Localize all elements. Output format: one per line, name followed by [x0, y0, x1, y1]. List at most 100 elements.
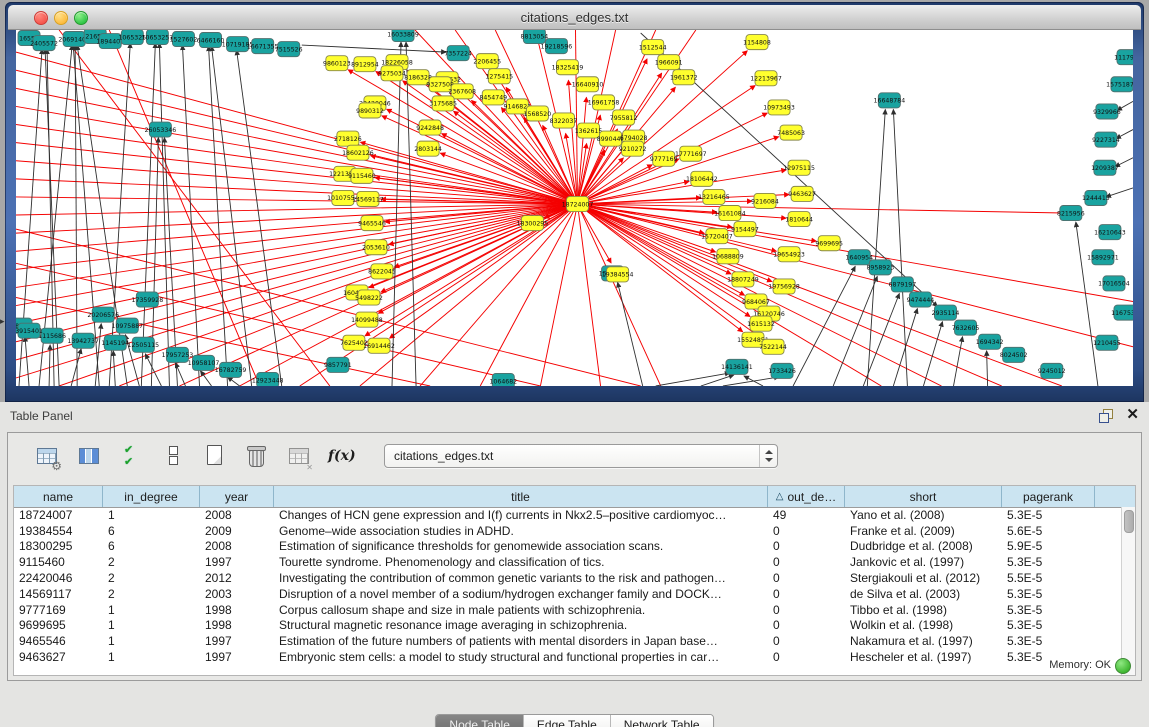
graph-node[interactable]: 1064682 — [489, 373, 517, 386]
column-header-year[interactable]: year — [200, 486, 274, 507]
graph-node[interactable]: 2935114 — [932, 305, 960, 320]
graph-node[interactable]: 18325419 — [552, 60, 584, 75]
graph-node[interactable]: 20206576 — [87, 307, 119, 322]
graph-node[interactable]: 8322037 — [550, 113, 578, 128]
graph-node[interactable]: 16161084 — [714, 205, 746, 220]
graph-node[interactable]: 18602126 — [342, 145, 374, 160]
table-cell[interactable]: 5.3E-5 — [1002, 618, 1095, 632]
graph-node[interactable]: 17016504 — [1098, 276, 1130, 291]
graph-node[interactable]: 16648784 — [874, 93, 906, 108]
graph-node[interactable]: 9227314 — [1092, 132, 1120, 147]
graph-node[interactable]: 1966091 — [655, 55, 683, 70]
table-cell[interactable]: 2008 — [200, 508, 274, 522]
table-cell[interactable]: 9465546 — [14, 634, 103, 648]
table-cell[interactable]: 1 — [103, 603, 200, 617]
table-row[interactable]: 969969511998Structural magnetic resonanc… — [14, 618, 1122, 634]
table-cell[interactable]: 14569117 — [14, 587, 103, 601]
graph-node[interactable]: 12923448 — [252, 372, 284, 386]
table-cell[interactable]: 19384554 — [14, 524, 103, 538]
graph-node[interactable]: 1527602 — [170, 32, 198, 47]
graph-node[interactable]: 9329966 — [1093, 104, 1121, 119]
graph-node[interactable]: 8454749 — [479, 90, 507, 105]
column-header-out_de[interactable]: △out_de… — [768, 486, 845, 507]
graph-node[interactable]: 10975887 — [111, 318, 143, 333]
table-cell[interactable]: 2008 — [200, 539, 274, 553]
graph-node[interactable]: 16640910 — [572, 77, 604, 92]
graph-node[interactable]: 14136141 — [721, 359, 753, 374]
rows-button[interactable] — [160, 443, 186, 469]
graph-node[interactable]: 9275034 — [378, 66, 406, 81]
graph-node[interactable]: 2206455 — [473, 54, 501, 69]
graph-node[interactable]: 7522144 — [759, 339, 787, 354]
column-header-name[interactable]: name — [14, 486, 103, 507]
graph-node[interactable]: 8622045 — [368, 264, 396, 279]
graph-node[interactable]: 13942737 — [67, 333, 99, 348]
table-row[interactable]: 1830029562008Estimation of significance … — [14, 539, 1122, 555]
table-cell[interactable]: 2012 — [200, 571, 274, 585]
table-cell[interactable]: 2003 — [200, 587, 274, 601]
graph-node[interactable]: 5498222 — [355, 290, 383, 305]
table-cell[interactable]: 49 — [768, 508, 845, 522]
tab-node-table[interactable]: Node Table — [436, 715, 523, 727]
graph-node[interactable]: 10973493 — [763, 100, 795, 115]
table-cell[interactable]: 1997 — [200, 555, 274, 569]
table-cell[interactable]: 2 — [103, 571, 200, 585]
table-cell[interactable]: Genome–wide association studies in ADHD. — [274, 524, 768, 538]
table-cell[interactable]: 5.3E-5 — [1002, 603, 1095, 617]
graph-node[interactable]: 15892971 — [1087, 250, 1119, 265]
table-row[interactable]: 1872400712008Changes of HCN gene express… — [14, 507, 1122, 523]
graph-node[interactable]: 8912954 — [351, 57, 379, 72]
graph-node[interactable]: 9465546 — [358, 216, 386, 231]
graph-node[interactable]: 16033809 — [387, 30, 419, 42]
graph-node[interactable]: 1145194 — [101, 335, 129, 350]
table-cell[interactable]: Estimation of significance thresholds fo… — [274, 539, 768, 553]
table-cell[interactable]: 1998 — [200, 603, 274, 617]
graph-node[interactable]: 1733426 — [768, 363, 796, 378]
graph-node[interactable]: 1810644 — [785, 212, 813, 227]
graph-node[interactable]: 1167534 — [1111, 305, 1133, 320]
graph-node[interactable]: 9860123 — [323, 56, 351, 71]
graph-node[interactable]: 13216465 — [698, 189, 730, 204]
table-row[interactable]: 2242004622012Investigating the contribut… — [14, 570, 1122, 586]
table-cell[interactable]: 0 — [768, 587, 845, 601]
table-cell[interactable]: 9777169 — [14, 603, 103, 617]
graph-node[interactable]: 12505115 — [128, 337, 160, 352]
graph-node[interactable]: 8813054 — [521, 30, 549, 44]
table-cell[interactable]: 22420046 — [14, 571, 103, 585]
table-cell[interactable]: 1998 — [200, 618, 274, 632]
table-cell[interactable]: 5.3E-5 — [1002, 555, 1095, 569]
column-header-title[interactable]: title — [274, 486, 768, 507]
column-header-in_degree[interactable]: in_degree — [103, 486, 200, 507]
table-cell[interactable]: 5.6E-5 — [1002, 524, 1095, 538]
table-cell[interactable]: Estimation of the future numbers of pati… — [274, 634, 768, 648]
table-cell[interactable]: Corpus callosum shape and size in male p… — [274, 603, 768, 617]
graph-node[interactable]: 1244415 — [1082, 190, 1110, 205]
graph-node[interactable]: 26053346 — [145, 122, 177, 137]
graph-node[interactable]: 9115460 — [348, 168, 376, 183]
table-cell[interactable]: 9115460 — [14, 555, 103, 569]
table-cell[interactable]: 0 — [768, 603, 845, 617]
table-cell[interactable]: 1997 — [200, 634, 274, 648]
table-cell[interactable]: Stergiakouli et al. (2012) — [845, 571, 1002, 585]
table-cell[interactable]: 5.3E-5 — [1002, 587, 1095, 601]
table-row[interactable]: 977716911998Corpus callosum shape and si… — [14, 602, 1122, 618]
graph-node[interactable]: 1961372 — [670, 70, 698, 85]
table-cell[interactable]: Changes of HCN gene expression and I(f) … — [274, 508, 768, 522]
graph-node[interactable]: 17957253 — [162, 347, 194, 362]
graph-node[interactable]: 9699695 — [815, 236, 843, 251]
tab-network-table[interactable]: Network Table — [610, 715, 713, 727]
table-cell[interactable]: 0 — [768, 555, 845, 569]
table-cell[interactable]: 18300295 — [14, 539, 103, 553]
graph-node[interactable]: 8215956 — [1057, 205, 1085, 220]
graph-node[interactable]: 9154497 — [731, 222, 759, 237]
table-cell[interactable]: Franke et al. (2009) — [845, 524, 1002, 538]
graph-node[interactable]: 2405572 — [30, 36, 58, 51]
graph-node[interactable]: 16671355 — [247, 39, 279, 54]
graph-node[interactable]: 14569117 — [352, 191, 384, 206]
graph-node[interactable]: 1615132 — [747, 316, 775, 331]
table-cell[interactable]: de Silva et al. (2003) — [845, 587, 1002, 601]
graph-node[interactable]: 17771697 — [675, 146, 707, 161]
table-cell[interactable]: Investigating the contribution of common… — [274, 571, 768, 585]
graph-node[interactable]: 1210455 — [1093, 335, 1121, 350]
table-cell[interactable]: 0 — [768, 618, 845, 632]
